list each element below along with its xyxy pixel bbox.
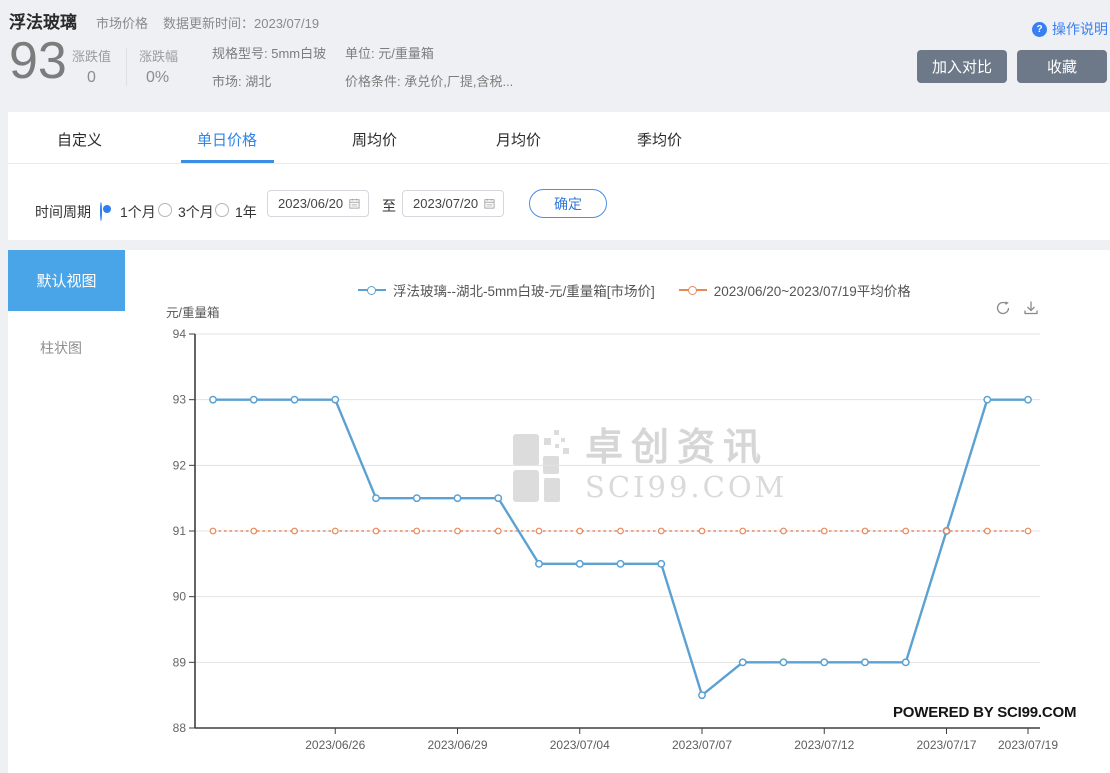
powered-by-text: POWERED BY SCI99.COM [893,704,1076,721]
help-link-label: 操作说明 [1052,19,1108,39]
svg-text:94: 94 [173,327,187,341]
unit-info: 单位: 元/重量箱 [345,43,434,62]
svg-text:2023/06/29: 2023/06/29 [427,738,487,752]
svg-text:2023/07/17: 2023/07/17 [916,738,976,752]
radio-1-year-label[interactable]: 1年 [235,202,257,222]
tab-weekly-avg[interactable]: 周均价 [352,129,397,150]
date-from-input[interactable]: 2023/06/20 [267,190,369,217]
radio-1-month-label[interactable]: 1个月 [120,202,156,222]
calendar-icon [349,197,360,210]
svg-text:89: 89 [173,655,187,669]
legend-label-average-series: 2023/06/20~2023/07/19平均价格 [714,280,911,300]
chart-legend: 浮法玻璃--湖北-5mm白玻-元/重量箱[市场价] 2023/06/20~202… [358,280,911,300]
tab-monthly-avg[interactable]: 月均价 [496,129,541,150]
legend-item-average-series[interactable]: 2023/06/20~2023/07/19平均价格 [679,280,911,300]
price-type-tag: 市场价格 [96,13,148,32]
stat-divider [126,48,127,86]
help-link[interactable]: ? 操作说明 [1032,19,1108,39]
change-pct-value: 0% [146,69,169,87]
svg-text:2023/06/26: 2023/06/26 [305,738,365,752]
date-range-to-label: 至 [382,196,396,216]
favorite-button[interactable]: 收藏 [1017,50,1107,83]
legend-marker-blue [358,285,386,295]
spec-info: 规格型号: 5mm白玻 [212,43,326,62]
market-info: 市场: 湖北 [212,71,271,90]
radio-3-month[interactable] [158,203,172,217]
refresh-icon[interactable] [993,298,1013,318]
download-icon[interactable] [1021,298,1041,318]
change-value: 0 [87,69,96,87]
date-to-value: 2023/07/20 [413,196,478,211]
legend-label-price-series: 浮法玻璃--湖北-5mm白玻-元/重量箱[市场价] [393,280,655,300]
current-price: 93 [9,32,67,90]
period-label: 时间周期 [35,202,91,222]
tab-custom[interactable]: 自定义 [57,129,102,150]
update-time: 数据更新时间：2023/07/19 [163,13,319,32]
sidebar-item-bar-chart[interactable]: 柱状图 [40,338,82,358]
price-line-chart: 94 93 92 91 90 89 88 2023/06/26 2023/06/29 2023/0… [160,325,1060,760]
price-detail-page: { "header": { "title": "浮法玻璃", "tag": "市… [0,0,1110,773]
update-time-label: 数据更新时间： [163,16,254,31]
svg-text:2023/07/12: 2023/07/12 [794,738,854,752]
calendar-icon [484,197,495,210]
y-axis-title: 元/重量箱 [166,302,219,321]
change-pct-label: 涨跌幅 [139,46,178,65]
legend-item-price-series[interactable]: 浮法玻璃--湖北-5mm白玻-元/重量箱[市场价] [358,280,655,300]
product-title: 浮法玻璃 [9,8,77,33]
svg-text:2023/07/04: 2023/07/04 [550,738,610,752]
svg-text:88: 88 [173,721,187,735]
change-value-label: 涨跌值 [72,46,111,65]
svg-text:2023/07/07: 2023/07/07 [672,738,732,752]
svg-text:92: 92 [173,458,187,472]
svg-text:93: 93 [173,393,187,407]
tabs-divider [8,163,1110,164]
date-from-value: 2023/06/20 [278,196,343,211]
tab-daily-price[interactable]: 单日价格 [197,129,257,150]
update-time-value: 2023/07/19 [254,16,319,31]
chart-card: 默认视图 柱状图 浮法玻璃--湖北-5mm白玻-元/重量箱[市场价] 2023/… [8,250,1110,773]
confirm-button[interactable]: 确定 [529,189,607,218]
svg-text:91: 91 [173,524,187,538]
condition-info: 价格条件: 承兑价,厂提,含税... [345,71,513,90]
page-header: 浮法玻璃 市场价格 数据更新时间：2023/07/19 93 涨跌值 0 涨跌幅… [0,0,1110,112]
date-to-input[interactable]: 2023/07/20 [402,190,504,217]
period-tabs-card: 自定义 单日价格 周均价 月均价 季均价 时间周期 1个月 3个月 1年 202… [8,112,1110,240]
add-compare-button[interactable]: 加入对比 [917,50,1007,83]
radio-1-year[interactable] [215,203,229,217]
legend-marker-orange [679,285,707,295]
svg-text:90: 90 [173,590,187,604]
question-icon: ? [1032,22,1047,37]
radio-3-month-label[interactable]: 3个月 [178,202,214,222]
svg-text:2023/07/19: 2023/07/19 [998,738,1058,752]
tab-quarterly-avg[interactable]: 季均价 [637,129,682,150]
radio-1-month[interactable] [100,202,102,221]
sidebar-item-default-view[interactable]: 默认视图 [8,250,125,311]
